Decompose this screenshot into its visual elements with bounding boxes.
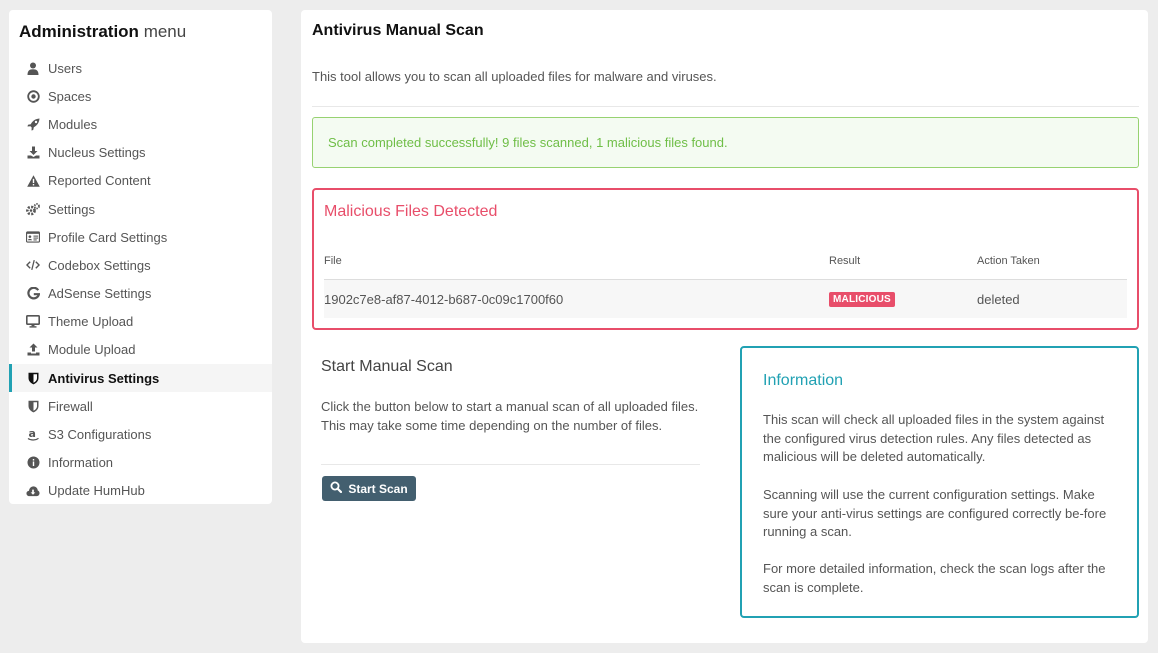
shield-icon [26,399,40,413]
sidebar-item-label: AdSense Settings [48,286,152,302]
admin-menu: Users Spaces Modules Nucleus Settings Re… [9,54,272,505]
sidebar-item-profile-card-settings[interactable]: Profile Card Settings [9,223,272,251]
sidebar-item-s3-configurations[interactable]: a S3 Configurations [9,420,272,448]
id-card-icon [26,230,40,244]
cloud-download-icon [26,484,40,498]
column-header-result: Result [829,255,861,267]
sidebar-item-label: Users [48,60,82,76]
start-scan-title: Start Manual Scan [321,358,453,375]
admin-sidebar: Administration menu Users Spaces Modules [9,10,272,504]
sidebar-item-adsense-settings[interactable]: AdSense Settings [9,280,272,308]
sidebar-item-label: Codebox Settings [48,257,151,273]
sidebar-item-update-humhub[interactable]: Update HumHub [9,477,272,505]
start-scan-description: Click the button below to start a manual… [321,399,699,433]
sidebar-item-label: Update HumHub [48,483,145,499]
information-panel: Information This scan will check all upl… [740,346,1139,618]
sidebar-item-label: Reported Content [48,173,151,189]
sidebar-item-label: Module Upload [48,342,136,358]
search-icon [330,481,343,496]
information-title: Information [763,372,844,389]
svg-text:a: a [28,428,35,440]
download-icon [26,146,40,160]
google-icon [26,287,40,301]
user-icon [26,61,40,75]
column-header-action: Action Taken [977,255,1040,267]
gears-icon [26,202,40,216]
success-alert: Scan completed successfully! 9 files sca… [312,117,1139,168]
start-scan-label: Start Scan [348,481,408,496]
action-taken-cell: deleted [977,292,1020,307]
shield-icon [26,371,40,385]
sidebar-item-users[interactable]: Users [9,54,272,82]
sidebar-item-label: Settings [48,201,95,217]
amazon-icon: a [26,428,40,442]
page-description: This tool allows you to scan all uploade… [312,69,717,84]
sidebar-item-reported-content[interactable]: Reported Content [9,167,272,195]
sidebar-item-module-upload[interactable]: Module Upload [9,336,272,364]
sidebar-item-label: S3 Configurations [48,427,152,443]
sidebar-title-suffix: menu [143,22,187,41]
sidebar-item-label: Antivirus Settings [48,370,160,386]
desktop-icon [26,315,40,329]
info-circle-icon [26,456,40,470]
upload-icon [26,343,40,357]
sidebar-item-firewall[interactable]: Firewall [9,392,272,420]
file-name-cell: 1902c7e8-af87-4012-b687-0c09c1700f60 [324,292,564,307]
sidebar-item-theme-upload[interactable]: Theme Upload [9,308,272,336]
main-panel: Antivirus Manual Scan This tool allows y… [301,10,1148,643]
sidebar-item-spaces[interactable]: Spaces [9,82,272,110]
code-icon [26,258,40,272]
start-scan-button[interactable]: Start Scan [322,476,416,501]
success-message: Scan completed successfully! 9 files sca… [328,135,728,150]
rocket-icon [26,117,40,131]
sidebar-item-label: Modules [48,116,98,132]
info-paragraph: Scanning will use the current configurat… [763,487,1107,539]
info-paragraph: For more detailed information, check the… [763,561,1106,595]
divider [321,464,700,465]
sidebar-item-information[interactable]: Information [9,449,272,477]
page-title: Antivirus Manual Scan [312,22,484,39]
sidebar-item-label: Profile Card Settings [48,229,168,245]
dot-circle-icon [26,89,40,103]
warning-icon [26,174,40,188]
malicious-badge: MALICIOUS [829,292,895,307]
sidebar-item-label: Firewall [48,398,93,414]
malicious-files-title: Malicious Files Detected [324,203,498,220]
sidebar-item-label: Theme Upload [48,314,134,330]
malicious-files-panel: Malicious Files Detected File Result Act… [312,188,1139,330]
divider [312,106,1139,107]
sidebar-item-label: Nucleus Settings [48,145,146,161]
column-header-file: File [324,255,342,267]
sidebar-item-antivirus-settings[interactable]: Antivirus Settings [9,364,272,393]
sidebar-item-codebox-settings[interactable]: Codebox Settings [9,251,272,279]
sidebar-item-settings[interactable]: Settings [9,195,272,223]
info-paragraph: This scan will check all uploaded files … [763,412,1105,464]
sidebar-item-modules[interactable]: Modules [9,110,272,138]
sidebar-item-label: Information [48,455,114,471]
sidebar-title: Administration menu [19,22,186,42]
sidebar-title-main: Administration [19,22,139,41]
sidebar-item-nucleus-settings[interactable]: Nucleus Settings [9,139,272,167]
sidebar-item-label: Spaces [48,88,92,104]
